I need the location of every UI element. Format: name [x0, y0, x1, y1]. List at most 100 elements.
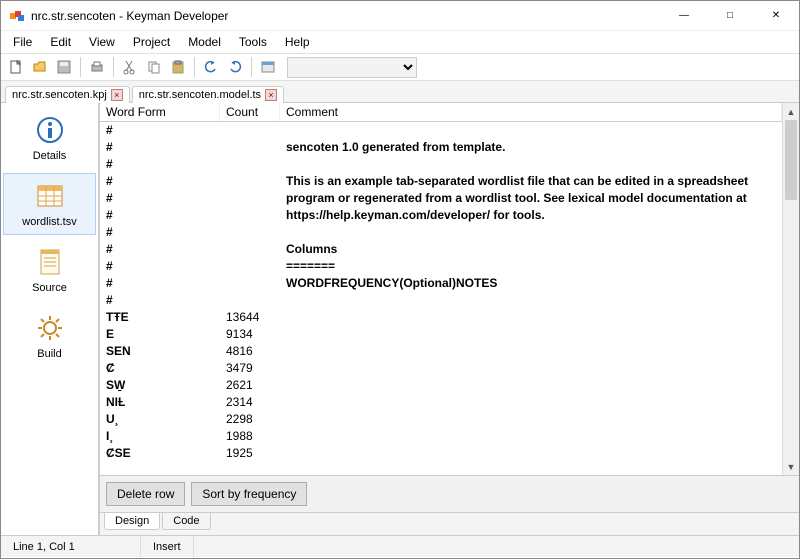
cell-comment[interactable] [280, 224, 782, 241]
menu-project[interactable]: Project [125, 33, 178, 51]
cell-word[interactable]: # [100, 241, 220, 258]
cell-comment[interactable] [280, 156, 782, 173]
cell-count[interactable]: 1884 [220, 462, 280, 465]
table-row[interactable]: I¸1988 [100, 428, 782, 445]
grid-body[interactable]: ##sencoten 1.0 generated from template.#… [100, 122, 782, 465]
cell-word[interactable]: # [100, 292, 220, 309]
scroll-down-icon[interactable]: ▼ [783, 458, 799, 475]
paste-button[interactable] [167, 56, 189, 78]
cell-word[interactable]: # [100, 207, 220, 224]
table-row[interactable]: # This is an example tab-separated wordli… [100, 173, 782, 190]
cell-count[interactable] [220, 139, 280, 156]
cell-count[interactable] [220, 258, 280, 275]
table-row[interactable]: #program or regenerated from a wordlist … [100, 190, 782, 207]
col-header-count[interactable]: Count [220, 103, 280, 121]
table-row[interactable]: # Columns [100, 241, 782, 258]
table-row[interactable]: TŦE13644 [100, 309, 782, 326]
cell-comment[interactable] [280, 377, 782, 394]
cell-count[interactable]: 1925 [220, 445, 280, 462]
cell-comment[interactable] [280, 394, 782, 411]
cell-comment[interactable] [280, 326, 782, 343]
menu-view[interactable]: View [81, 33, 123, 51]
cell-comment[interactable] [280, 309, 782, 326]
cell-word[interactable]: TŦE [100, 309, 220, 326]
undo-button[interactable] [200, 56, 222, 78]
cell-count[interactable]: 2314 [220, 394, 280, 411]
table-row[interactable]: I1884 [100, 462, 782, 465]
sort-by-frequency-button[interactable]: Sort by frequency [191, 482, 307, 506]
cell-word[interactable]: # [100, 139, 220, 156]
open-file-button[interactable] [29, 56, 51, 78]
cut-button[interactable] [119, 56, 141, 78]
cell-comment[interactable]: This is an example tab-separated wordlis… [280, 173, 782, 190]
cell-word[interactable]: # [100, 258, 220, 275]
wordlist-grid[interactable]: Word Form Count Comment ##sencoten 1.0 g… [100, 103, 782, 475]
table-row[interactable]: SW̱2621 [100, 377, 782, 394]
cell-word[interactable]: E [100, 326, 220, 343]
table-row[interactable]: U¸2298 [100, 411, 782, 428]
cell-comment[interactable] [280, 445, 782, 462]
copy-button[interactable] [143, 56, 165, 78]
cell-count[interactable] [220, 207, 280, 224]
cell-comment[interactable] [280, 343, 782, 360]
project-button[interactable] [257, 56, 279, 78]
menu-file[interactable]: File [5, 33, 40, 51]
menu-model[interactable]: Model [180, 33, 229, 51]
menu-help[interactable]: Help [277, 33, 318, 51]
cell-count[interactable]: 13644 [220, 309, 280, 326]
table-row[interactable]: # [100, 224, 782, 241]
cell-count[interactable] [220, 241, 280, 258]
cell-count[interactable] [220, 275, 280, 292]
table-row[interactable]: NIȽ2314 [100, 394, 782, 411]
cell-comment[interactable] [280, 428, 782, 445]
cell-comment[interactable]: Columns [280, 241, 782, 258]
close-icon[interactable]: × [111, 89, 123, 101]
minimize-button[interactable]: — [661, 1, 707, 31]
maximize-button[interactable]: □ [707, 1, 753, 31]
col-header-word[interactable]: Word Form [100, 103, 220, 121]
new-file-button[interactable] [5, 56, 27, 78]
cell-word[interactable]: # [100, 173, 220, 190]
table-row[interactable]: #https://help.keyman.com/developer/ for … [100, 207, 782, 224]
cell-comment[interactable] [280, 292, 782, 309]
file-tab-project[interactable]: nrc.str.sencoten.kpj × [5, 86, 130, 103]
cell-comment[interactable]: WORDFREQUENCY(Optional)NOTES [280, 275, 782, 292]
cell-word[interactable]: # [100, 156, 220, 173]
save-button[interactable] [53, 56, 75, 78]
table-row[interactable]: E9134 [100, 326, 782, 343]
cell-word[interactable]: NIȽ [100, 394, 220, 411]
scroll-track[interactable] [783, 200, 799, 458]
tab-design[interactable]: Design [104, 513, 160, 530]
table-row[interactable]: # sencoten 1.0 generated from template. [100, 139, 782, 156]
cell-count[interactable] [220, 190, 280, 207]
cell-word[interactable]: # [100, 122, 220, 139]
print-button[interactable] [86, 56, 108, 78]
col-header-comment[interactable]: Comment [280, 103, 782, 121]
cell-word[interactable]: # [100, 275, 220, 292]
table-row[interactable]: # ======= [100, 258, 782, 275]
side-button-build[interactable]: Build [3, 305, 96, 367]
cell-word[interactable]: # [100, 224, 220, 241]
cell-comment[interactable] [280, 462, 782, 465]
cell-word[interactable]: ȻSE [100, 445, 220, 462]
table-row[interactable]: SEN4816 [100, 343, 782, 360]
cell-comment[interactable] [280, 411, 782, 428]
cell-word[interactable]: Ȼ [100, 360, 220, 377]
cell-count[interactable] [220, 224, 280, 241]
cell-word[interactable]: SW̱ [100, 377, 220, 394]
side-button-details[interactable]: Details [3, 107, 96, 169]
cell-comment[interactable]: sencoten 1.0 generated from template. [280, 139, 782, 156]
close-icon[interactable]: × [265, 89, 277, 101]
table-row[interactable]: Ȼ3479 [100, 360, 782, 377]
cell-count[interactable]: 4816 [220, 343, 280, 360]
tab-code[interactable]: Code [162, 513, 210, 530]
cell-comment[interactable]: ======= [280, 258, 782, 275]
cell-word[interactable]: I [100, 462, 220, 465]
cell-count[interactable] [220, 122, 280, 139]
cell-comment[interactable] [280, 360, 782, 377]
file-tab-model[interactable]: nrc.str.sencoten.model.ts × [132, 86, 284, 103]
cell-count[interactable]: 2298 [220, 411, 280, 428]
menu-tools[interactable]: Tools [231, 33, 275, 51]
toolbar-combo[interactable] [287, 57, 417, 78]
cell-comment[interactable]: program or regenerated from a wordlist t… [280, 190, 782, 207]
